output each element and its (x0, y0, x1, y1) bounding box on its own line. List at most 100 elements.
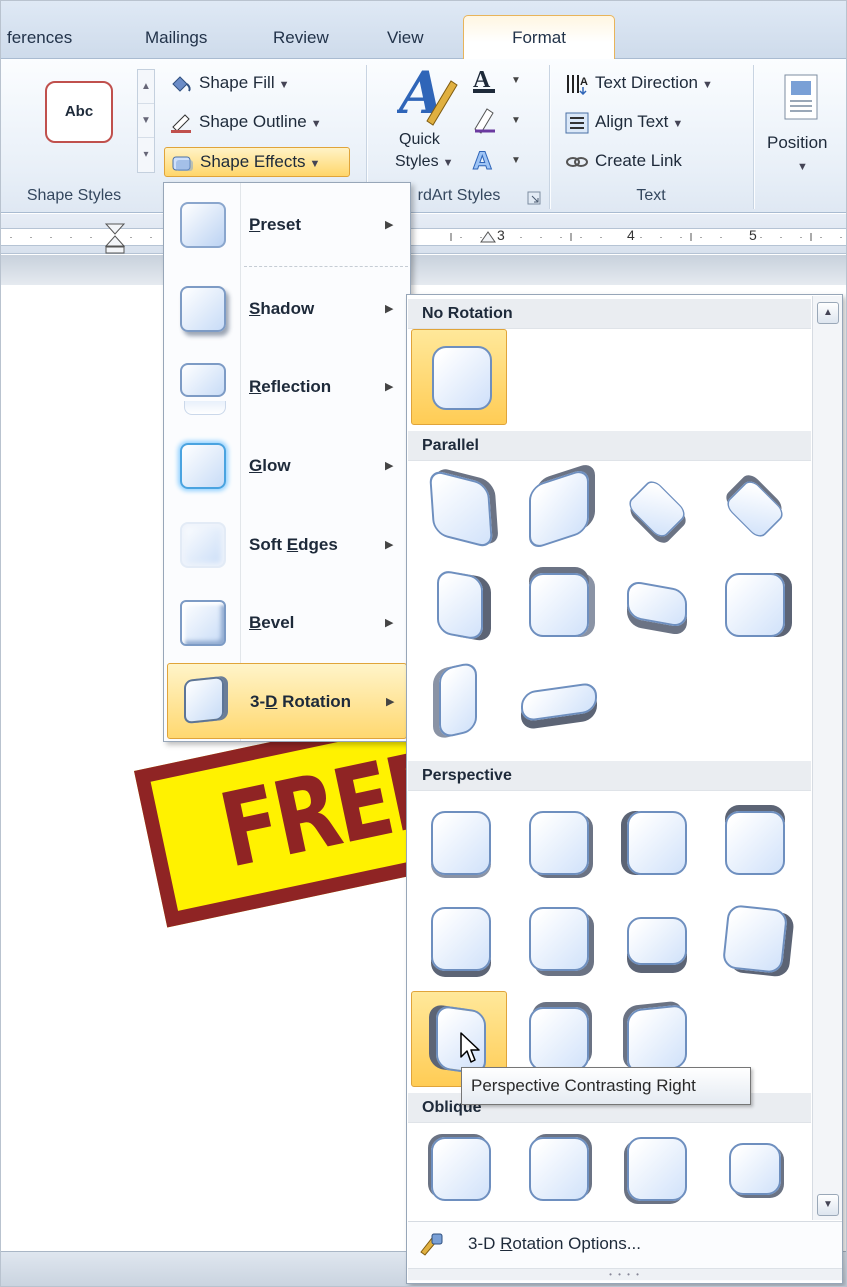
menu-item-reflection[interactable]: Reflection ▶ (167, 351, 407, 423)
scroll-down-icon[interactable]: ▼ (817, 1194, 839, 1216)
group-separator (753, 65, 754, 209)
gallery-item-parallel[interactable] (705, 461, 801, 557)
text-direction-label: Text Direction (595, 73, 698, 92)
rotation-preview-icon (431, 811, 491, 875)
3d-rotation-options-item[interactable]: 3-D Rotation Options... • • • • (408, 1221, 842, 1281)
gallery-item-oblique[interactable] (411, 1121, 507, 1217)
submenu-arrow-icon: ▶ (386, 696, 395, 708)
dropdown-arrow-icon: ▼ (310, 118, 322, 130)
group-label-wordart-styles: rdArt Styles (417, 187, 501, 204)
svg-text:▼: ▼ (511, 155, 521, 166)
gallery-item-perspective[interactable] (705, 891, 801, 987)
tab-references[interactable]: ferences (7, 23, 72, 53)
tab-review[interactable]: Review (273, 23, 329, 53)
gallery-item-perspective[interactable] (411, 891, 507, 987)
gallery-item-oblique[interactable] (607, 1121, 703, 1217)
ribbon: Abc ▲ ▼ ▾ Shape Fill ▼ Shape Outline ▼ Sha… (1, 59, 846, 213)
position-dropdown-icon[interactable]: ▼ (797, 153, 808, 181)
text-effects-icon[interactable]: A ▼ (471, 145, 525, 176)
shadow-icon (180, 286, 226, 332)
gallery-item-parallel[interactable] (509, 653, 605, 749)
tab-format[interactable]: Format (463, 15, 615, 60)
gallery-item-perspective[interactable] (509, 795, 605, 891)
quick-styles-button[interactable]: Styles ▼ (395, 151, 453, 179)
position-icon[interactable] (781, 73, 821, 121)
gallery-item-perspective[interactable] (705, 795, 801, 891)
gallery-item-oblique[interactable] (705, 1121, 801, 1217)
gallery-item-perspective[interactable] (411, 795, 507, 891)
gallery-item-parallel[interactable] (509, 557, 605, 653)
align-text-label: Align Text (595, 112, 669, 131)
shape-outline-label: Shape Outline (199, 112, 307, 131)
menu-item-label: Soft Edges (249, 535, 338, 554)
tooltip: Perspective Contrasting Right (461, 1067, 751, 1105)
gallery-item-parallel[interactable] (411, 461, 507, 557)
svg-text:A: A (473, 147, 492, 175)
shape-effects-icon (172, 156, 193, 171)
menu-item-label: Glow (249, 456, 291, 475)
mouse-cursor-icon (460, 1032, 480, 1063)
menu-item-label: Bevel (249, 613, 295, 632)
align-text-button[interactable]: Align Text ▼ (565, 108, 683, 136)
glow-icon (180, 443, 226, 489)
rotation-preview-icon (627, 579, 687, 629)
scroll-up-icon[interactable]: ▲ (138, 70, 154, 104)
shape-style-preview[interactable]: Abc (45, 81, 113, 143)
menu-item-label: Preset (249, 215, 301, 234)
indent-marker-icon[interactable] (103, 222, 127, 254)
gallery-scrollbar[interactable]: ▲ ▼ (812, 296, 842, 1220)
shape-outline-button[interactable]: Shape Outline ▼ (169, 108, 322, 136)
dropdown-arrow-icon: ▼ (278, 79, 290, 91)
shape-effects-button[interactable]: Shape Effects ▼ (164, 147, 350, 177)
gallery-item-no-rotation[interactable] (411, 329, 507, 425)
menu-separator (244, 266, 408, 267)
gallery-item-perspective[interactable] (509, 891, 605, 987)
submenu-arrow-icon: ▶ (385, 539, 394, 551)
ruler-gutter (1, 255, 846, 285)
gallery-item-parallel[interactable] (705, 557, 801, 653)
tab-view[interactable]: View (387, 23, 424, 53)
menu-item-soft-edges[interactable]: Soft Edges ▶ (167, 509, 407, 581)
gallery-item-parallel[interactable] (411, 653, 507, 749)
gallery-item-parallel[interactable] (509, 461, 605, 557)
menu-item-preset[interactable]: Preset ▶ (167, 189, 407, 261)
text-fill-icon[interactable]: A ▼ (471, 65, 525, 95)
tab-mailings[interactable]: Mailings (145, 23, 207, 53)
rotation-preview-icon (627, 917, 687, 965)
text-direction-button[interactable]: A Text Direction ▼ (565, 69, 713, 97)
resize-grip[interactable]: • • • • (408, 1268, 842, 1280)
bevel-icon (180, 600, 226, 646)
reflection-icon (180, 363, 226, 397)
create-link-button[interactable]: Create Link (565, 147, 682, 175)
gallery-item-perspective[interactable] (607, 795, 703, 891)
gallery-item-perspective[interactable] (607, 891, 703, 987)
section-header-perspective: Perspective (408, 761, 811, 791)
word-window: ferences Mailings Review View Format Abc… (0, 0, 847, 1287)
tab-stop-marker-icon[interactable] (479, 230, 497, 244)
menu-item-shadow[interactable]: Shadow ▶ (167, 273, 407, 345)
gallery-item-parallel[interactable] (607, 557, 703, 653)
gallery-item-oblique[interactable] (509, 1121, 605, 1217)
text-outline-icon[interactable]: ▼ (471, 105, 525, 135)
menu-item-3d-rotation[interactable]: 3-D Rotation ▶ (167, 663, 407, 739)
shape-styles-gallery-scroll[interactable]: ▲ ▼ ▾ (137, 69, 155, 173)
shape-fill-button[interactable]: Shape Fill ▼ (169, 69, 290, 97)
menu-item-bevel[interactable]: Bevel ▶ (167, 587, 407, 659)
rotation-preview-icon (725, 811, 785, 875)
horizontal-ruler[interactable]: 3 4 5 (1, 214, 846, 254)
quick-styles-icon[interactable]: A (397, 61, 461, 127)
submenu-arrow-icon: ▶ (385, 617, 394, 629)
gallery-item-parallel[interactable] (607, 461, 703, 557)
more-icon[interactable]: ▾ (138, 138, 154, 172)
ruler-mark: 4 (627, 227, 635, 243)
menu-item-glow[interactable]: Glow ▶ (167, 430, 407, 502)
scroll-down-icon[interactable]: ▼ (138, 104, 154, 138)
preset-icon (180, 202, 226, 248)
dialog-launcher-icon[interactable] (527, 191, 541, 205)
rotation-preview-icon (428, 468, 494, 550)
gallery-item-parallel[interactable] (411, 557, 507, 653)
dropdown-arrow-icon: ▼ (701, 79, 713, 91)
rotation-preview-icon (627, 1003, 687, 1075)
group-label-shape-styles: Shape Styles (26, 187, 122, 204)
scroll-up-icon[interactable]: ▲ (817, 302, 839, 324)
